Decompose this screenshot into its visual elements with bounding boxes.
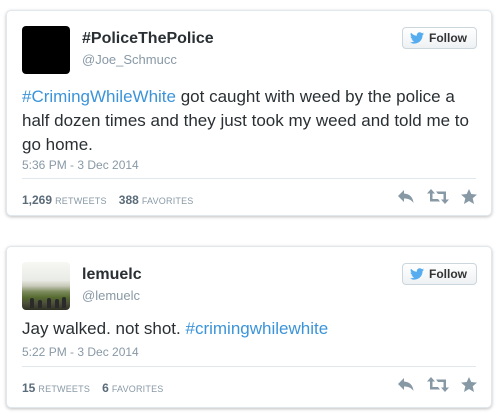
reply-icon[interactable] [397,189,415,204]
tweet-actions [397,189,477,204]
tweet-actions [397,377,477,392]
tweet-body: Jay walked. not shot. [22,319,186,338]
user-handle[interactable]: @Joe_Schmucc [82,52,177,67]
divider [22,178,476,179]
follow-label: Follow [429,267,467,281]
retweet-icon[interactable] [427,377,449,392]
retweet-count[interactable]: 15 [22,381,35,395]
twitter-bird-icon [410,32,424,44]
tweet-stats: 15 RETWEETS 6 FAVORITES [22,381,173,395]
display-name[interactable]: lemuelc [82,266,142,284]
retweets-label: RETWEETS [38,384,91,394]
divider [22,366,476,367]
favorite-star-icon[interactable] [461,189,477,204]
user-handle[interactable]: @lemuelc [82,288,140,303]
follow-button[interactable]: Follow [402,27,477,49]
tweet-stats: 1,269 RETWEETS 388 FAVORITES [22,193,203,207]
follow-label: Follow [429,31,467,45]
retweets-label: RETWEETS [55,196,107,206]
twitter-bird-icon [410,268,424,280]
tweet-text: #CrimingWhileWhite got caught with weed … [22,85,476,157]
retweet-icon[interactable] [427,189,449,204]
favorite-count[interactable]: 388 [119,193,139,207]
favorites-label: FAVORITES [111,384,164,394]
reply-icon[interactable] [397,377,415,392]
tweet-text: Jay walked. not shot. #crimingwhilewhite [22,317,476,341]
retweet-count[interactable]: 1,269 [22,193,52,207]
hashtag-link[interactable]: #crimingwhilewhite [185,319,328,338]
display-name[interactable]: #PoliceThePolice [82,30,214,48]
favorite-count[interactable]: 6 [102,381,109,395]
tweet-card: lemuelc @lemuelc Follow Jay walked. not … [6,246,492,408]
timestamp[interactable]: 5:36 PM - 3 Dec 2014 [22,158,139,172]
tweet-card: #PoliceThePolice @Joe_Schmucc Follow #Cr… [6,10,492,216]
avatar[interactable] [22,26,70,74]
avatar[interactable] [22,262,70,310]
favorites-label: FAVORITES [141,196,194,206]
hashtag-link[interactable]: #CrimingWhileWhite [22,87,176,106]
follow-button[interactable]: Follow [402,263,477,285]
timestamp[interactable]: 5:22 PM - 3 Dec 2014 [22,345,139,359]
favorite-star-icon[interactable] [461,377,477,392]
